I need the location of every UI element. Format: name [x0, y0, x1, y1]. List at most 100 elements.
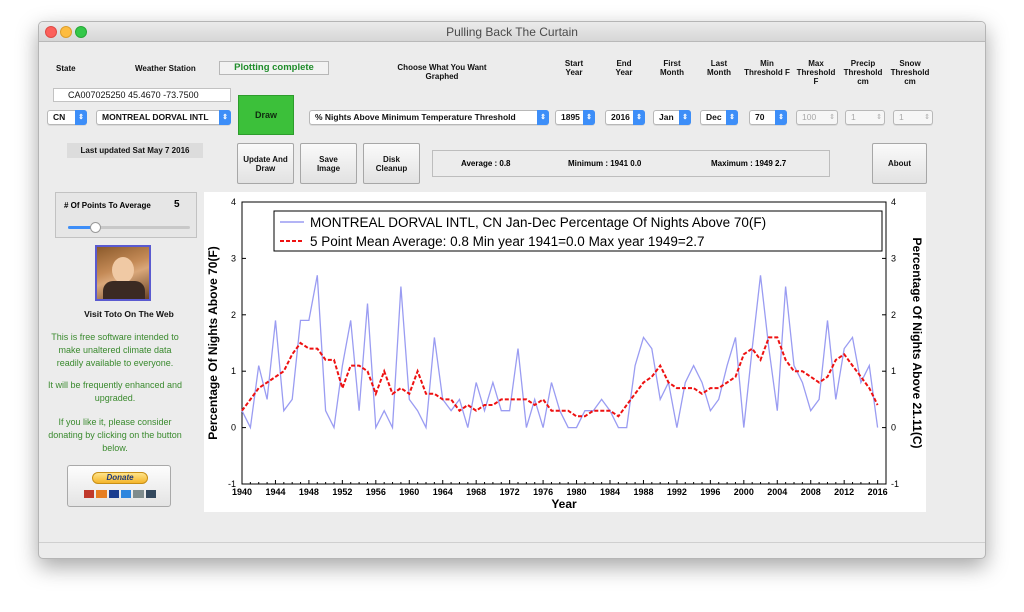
x-tick-label: 1992: [667, 487, 687, 497]
x-tick-label: 2000: [734, 487, 754, 497]
x-tick-label: 2008: [801, 487, 821, 497]
min-threshold-value: 70: [755, 112, 765, 122]
payment-card-icons: [84, 490, 156, 498]
disk-cleanup-button[interactable]: Disk Cleanup: [363, 143, 420, 184]
donate-label: Donate: [92, 472, 148, 484]
y-tick-label-left: 0: [231, 423, 236, 433]
state-select[interactable]: CN ⇕: [47, 110, 87, 125]
snow-threshold-header: Snow Threshold cm: [890, 59, 930, 86]
chevron-updown-icon: ⇕: [775, 110, 787, 125]
chevron-updown-icon: ⇕: [633, 110, 645, 125]
first-month-select[interactable]: Jan ⇕: [653, 110, 691, 125]
first-month-value: Jan: [659, 112, 674, 122]
chevron-updown-icon: ⇕: [829, 114, 835, 121]
sidebar-paragraph-3: If you like it, please consider donating…: [48, 417, 182, 453]
y-tick-label-right: 4: [891, 197, 896, 207]
x-tick-label: 1972: [500, 487, 520, 497]
choose-header: Choose What You Want Graphed: [397, 63, 487, 81]
chevron-updown-icon: ⇕: [537, 110, 549, 125]
state-select-value: CN: [53, 112, 66, 122]
x-tick-label: 1948: [299, 487, 319, 497]
visit-web-link[interactable]: Visit Toto On The Web: [59, 309, 199, 319]
x-tick-label: 2012: [834, 487, 854, 497]
legend-entry-mean: 5 Point Mean Average: 0.8 Min year 1941=…: [310, 234, 705, 249]
averaging-slider-track[interactable]: [68, 222, 190, 233]
donate-button[interactable]: Donate: [67, 465, 171, 507]
snow-threshold-value: 1: [899, 112, 904, 122]
max-threshold-value: 100: [802, 112, 817, 122]
measure-select[interactable]: % Nights Above Minimum Temperature Thres…: [309, 110, 549, 125]
draw-button[interactable]: Draw: [238, 95, 294, 135]
precip-threshold-header: Precip Threshold cm: [843, 59, 883, 86]
start-year-select[interactable]: 1895 ⇕: [555, 110, 595, 125]
y-axis-label-right: Percentage Of Nights Above 21.11(C): [910, 238, 924, 449]
station-info-field[interactable]: CA007025250 45.4670 -73.7500: [53, 88, 231, 102]
x-tick-label: 2004: [767, 487, 787, 497]
about-button[interactable]: About: [872, 143, 927, 184]
y-tick-label-right: 1: [891, 366, 896, 376]
avatar-dog: [103, 281, 145, 299]
chart-panel: -1 -1 0 0 1 1 2 2 3 3 4 4 1940 1944 1948 1952 1956 1960 19…: [204, 192, 926, 512]
averaging-label: # Of Points To Average: [64, 201, 151, 210]
max-threshold-select[interactable]: 100 ⇕: [796, 110, 838, 125]
chevron-updown-icon: ⇕: [726, 110, 738, 125]
legend-entry-raw: MONTREAL DORVAL INTL, CN Jan-Dec Percent…: [310, 215, 766, 230]
x-tick-label: 1984: [600, 487, 620, 497]
bottom-divider: [39, 542, 985, 543]
x-tick-label: 1976: [533, 487, 553, 497]
card-icon: [84, 490, 95, 498]
x-axis-label: Year: [551, 497, 577, 511]
toto-avatar[interactable]: [95, 245, 151, 301]
chevron-updown-icon: ⇕: [876, 114, 882, 121]
y-tick-label-left: 2: [231, 310, 236, 320]
window-title: Pulling Back The Curtain: [446, 25, 578, 39]
y-tick-label-right: 0: [891, 423, 896, 433]
x-tick-label: 1952: [332, 487, 352, 497]
y-tick-label-right: 2: [891, 310, 896, 320]
app-window: Pulling Back The Curtain State Weather S…: [38, 21, 986, 559]
card-icon: [145, 490, 156, 498]
chevron-updown-icon: ⇕: [583, 110, 595, 125]
sidebar-paragraph-2: It will be frequently enhanced and upgra…: [47, 380, 183, 403]
card-icon: [96, 490, 107, 498]
chevron-updown-icon: ⇕: [679, 110, 691, 125]
precip-threshold-value: 1: [851, 112, 856, 122]
x-tick-label: 1980: [567, 487, 587, 497]
station-select[interactable]: MONTREAL DORVAL INTL ⇕: [96, 110, 231, 125]
x-tick-label: 1940: [232, 487, 252, 497]
sidebar-paragraph-1: This is free software intended to make u…: [51, 332, 179, 368]
line-chart: -1 -10 01 12 23 34 41940 1944 1948 1952 1956 1960 19…: [206, 197, 924, 511]
x-tick-label: 1968: [466, 487, 486, 497]
chevron-updown-icon: ⇕: [219, 110, 231, 125]
state-header: State: [56, 64, 76, 73]
averaging-slider-thumb[interactable]: [90, 222, 101, 233]
x-tick-label: 1944: [265, 487, 285, 497]
x-tick-label: 2016: [868, 487, 888, 497]
update-and-draw-button[interactable]: Update And Draw: [237, 143, 294, 184]
x-tick-label: 1956: [366, 487, 386, 497]
y-tick-label-left: 3: [231, 253, 236, 263]
measure-select-value: % Nights Above Minimum Temperature Thres…: [315, 112, 516, 122]
max-threshold-header: Max Threshold F: [796, 59, 836, 86]
y-tick-label-left: 1: [231, 366, 236, 376]
averaging-panel: # Of Points To Average 5: [55, 192, 197, 238]
stats-average: Average : 0.8: [461, 159, 511, 168]
x-tick-label: 1960: [399, 487, 419, 497]
y-axis-label-left: Percentage Of Nights Above 70(F): [206, 246, 220, 440]
stats-panel: Average : 0.8 Minimum : 1941 0.0 Maximum…: [432, 150, 830, 177]
snow-threshold-select[interactable]: 1 ⇕: [893, 110, 933, 125]
title-bar: Pulling Back The Curtain: [39, 22, 985, 42]
start-year-header: Start Year: [564, 59, 584, 77]
precip-threshold-select[interactable]: 1 ⇕: [845, 110, 885, 125]
last-updated-label: Last updated Sat May 7 2016: [67, 143, 203, 158]
end-year-select[interactable]: 2016 ⇕: [605, 110, 645, 125]
station-select-value: MONTREAL DORVAL INTL: [102, 112, 209, 122]
last-month-select[interactable]: Dec ⇕: [700, 110, 738, 125]
stats-minimum: Minimum : 1941 0.0: [568, 159, 642, 168]
chevron-updown-icon: ⇕: [924, 114, 930, 121]
x-tick-label: 1996: [700, 487, 720, 497]
card-icon: [108, 490, 119, 498]
min-threshold-select[interactable]: 70 ⇕: [749, 110, 787, 125]
y-tick-label-right: -1: [891, 479, 899, 489]
save-image-button[interactable]: Save Image: [300, 143, 357, 184]
